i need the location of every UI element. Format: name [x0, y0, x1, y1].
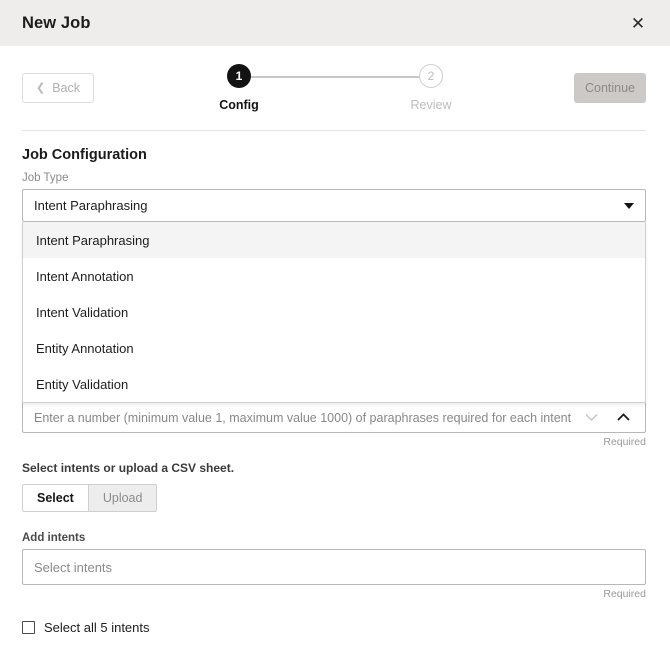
wizard-navigation: ❮ Back 1 Config 2 Review Continue — [0, 46, 670, 130]
dialog-title: New Job — [22, 14, 91, 33]
back-button[interactable]: ❮ Back — [22, 73, 94, 103]
wizard-stepper: 1 Config 2 Review — [0, 64, 670, 112]
dropdown-option-intent-paraphrasing[interactable]: Intent Paraphrasing — [23, 222, 645, 258]
select-all-intents-row[interactable]: Select all 5 intents — [22, 620, 150, 635]
wizard-step-review[interactable]: 2 Review — [401, 64, 461, 112]
step-2-circle: 2 — [419, 64, 443, 88]
dropdown-option-entity-annotation[interactable]: Entity Annotation — [23, 330, 645, 366]
close-icon[interactable]: ✕ — [624, 9, 652, 37]
dropdown-option-intent-annotation[interactable]: Intent Annotation — [23, 258, 645, 294]
dialog-titlebar: New Job ✕ — [0, 0, 670, 46]
select-all-intents-label: Select all 5 intents — [44, 620, 150, 635]
intent-source-toggle: Select Upload — [22, 484, 157, 512]
continue-button[interactable]: Continue — [574, 73, 646, 103]
wizard-step-config[interactable]: 1 Config — [209, 64, 269, 112]
add-intents-label: Add intents — [22, 532, 646, 544]
add-intents-input[interactable]: Select intents — [22, 549, 646, 585]
chevron-left-icon: ❮ — [36, 83, 45, 94]
step-1-circle: 1 — [227, 64, 251, 88]
chevron-up-icon[interactable] — [616, 411, 630, 425]
add-intents-placeholder: Select intents — [34, 560, 112, 575]
job-type-select[interactable]: Intent Paraphrasing — [22, 189, 646, 222]
paraphrase-count-required-note: Required — [22, 436, 646, 448]
step-1-label: Config — [219, 98, 259, 112]
intent-source-helper-text: Select intents or upload a CSV sheet. — [22, 461, 646, 475]
paraphrase-count-field: Enter a number (minimum value 1, maximum… — [22, 403, 646, 448]
intent-source-upload-button[interactable]: Upload — [88, 485, 157, 511]
dropdown-option-entity-validation[interactable]: Entity Validation — [23, 366, 645, 402]
chevron-down-icon — [624, 203, 634, 209]
add-intents-field: Add intents Select intents Required — [22, 532, 646, 600]
back-button-label: Back — [52, 81, 80, 95]
chevron-down-icon[interactable] — [584, 411, 598, 425]
select-all-intents-checkbox[interactable] — [22, 621, 35, 634]
intent-source-select-button[interactable]: Select — [23, 485, 88, 511]
step-2-label: Review — [411, 98, 452, 112]
job-type-label: Job Type — [22, 172, 646, 184]
paraphrase-count-input[interactable]: Enter a number (minimum value 1, maximum… — [22, 403, 646, 433]
job-configuration-form: Job Configuration Job Type Intent Paraph… — [0, 131, 670, 635]
add-intents-required-note: Required — [22, 588, 646, 600]
number-spinners — [584, 411, 634, 425]
paraphrase-count-placeholder: Enter a number (minimum value 1, maximum… — [34, 411, 571, 425]
dropdown-option-intent-validation[interactable]: Intent Validation — [23, 294, 645, 330]
job-type-dropdown-panel: Intent Paraphrasing Intent Annotation In… — [22, 222, 646, 403]
job-type-selected-value: Intent Paraphrasing — [34, 198, 147, 213]
section-title: Job Configuration — [22, 147, 646, 163]
